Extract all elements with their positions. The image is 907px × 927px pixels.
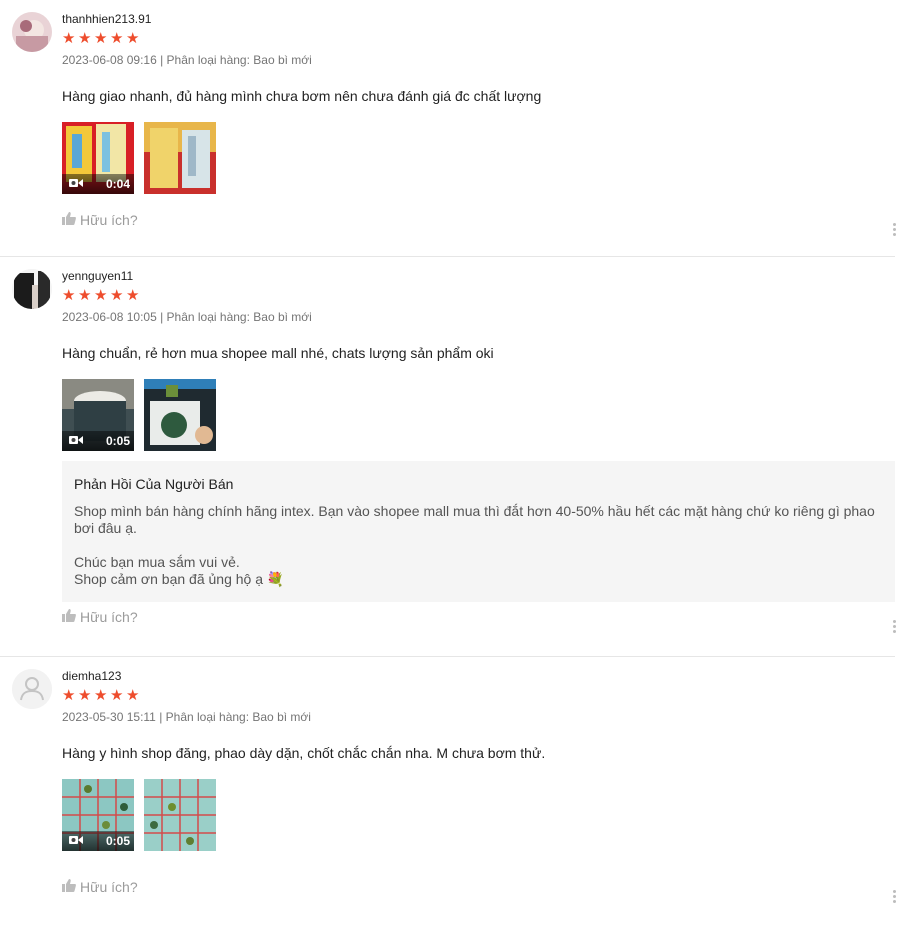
star-icon: ★ [110,687,124,704]
review-comment: Hàng y hình shop đăng, phao dày dặn, chố… [62,745,546,761]
review-meta: 2023-05-30 15:11 | Phân loại hàng: Bao b… [62,710,311,724]
seller-reply-title: Phản Hồi Của Người Bán [74,476,234,492]
review-meta: 2023-06-08 09:16 | Phân loại hàng: Bao b… [62,53,312,67]
video-camera-icon [69,432,83,450]
username[interactable]: yennguyen11 [62,269,895,283]
video-thumbnail[interactable]: 0:04 [62,122,134,194]
video-duration: 0:04 [105,177,130,191]
video-overlay: 0:05 [62,431,134,451]
avatar[interactable] [12,269,52,309]
useful-button[interactable]: Hữu ích? [62,879,138,895]
useful-button[interactable]: Hữu ích? [62,609,138,625]
review-item: thanhhien213.91 ★ ★ ★ ★ ★ 2023-06-08 09:… [0,0,907,257]
star-icon: ★ [78,30,92,47]
avatar[interactable] [12,669,52,709]
thumbs-up-icon [62,879,76,895]
thumbs-up-icon [62,212,76,228]
more-vertical-icon[interactable] [893,620,897,633]
image-thumbnail[interactable] [144,379,216,451]
star-icon: ★ [78,687,92,704]
star-icon: ★ [94,30,108,47]
seller-reply-text: Shop mình bán hàng chính hãng intex. Bạn… [74,503,875,587]
star-icon: ★ [94,687,108,704]
video-duration: 0:05 [105,434,130,448]
review-comment: Hàng chuẩn, rẻ hơn mua shopee mall nhé, … [62,345,494,361]
star-icon: ★ [126,30,140,47]
review-media: 0:04 [62,122,895,194]
username[interactable]: thanhhien213.91 [62,12,895,26]
star-icon: ★ [126,287,140,304]
review-item: diemha123 ★ ★ ★ ★ ★ 2023-05-30 15:11 | P… [0,657,907,927]
star-icon: ★ [126,687,140,704]
useful-label: Hữu ích? [80,609,138,625]
star-icon: ★ [78,287,92,304]
review-item: yennguyen11 ★ ★ ★ ★ ★ 2023-06-08 10:05 |… [0,257,907,657]
useful-button[interactable]: Hữu ích? [62,212,138,228]
star-icon: ★ [62,687,76,704]
avatar[interactable] [12,12,52,52]
thumbs-up-icon [62,609,76,625]
review-media: 0:05 [62,779,895,851]
star-icon: ★ [110,30,124,47]
more-vertical-icon[interactable] [893,890,897,903]
video-thumbnail[interactable]: 0:05 [62,779,134,851]
video-overlay: 0:04 [62,174,134,194]
username[interactable]: diemha123 [62,669,895,683]
video-thumbnail[interactable]: 0:05 [62,379,134,451]
video-camera-icon [69,175,83,193]
useful-label: Hữu ích? [80,212,138,228]
star-icon: ★ [110,287,124,304]
more-vertical-icon[interactable] [893,223,897,236]
image-thumbnail[interactable] [144,122,216,194]
star-icon: ★ [62,287,76,304]
video-overlay: 0:05 [62,831,134,851]
star-icon: ★ [62,30,76,47]
rating-stars: ★ ★ ★ ★ ★ [62,30,895,47]
review-comment: Hàng giao nhanh, đủ hàng mình chưa bơm n… [62,88,542,104]
rating-stars: ★ ★ ★ ★ ★ [62,687,895,704]
seller-reply: Phản Hồi Của Người Bán Shop mình bán hàn… [62,461,895,602]
useful-label: Hữu ích? [80,879,138,895]
rating-stars: ★ ★ ★ ★ ★ [62,287,895,304]
video-duration: 0:05 [105,834,130,848]
video-camera-icon [69,832,83,850]
review-media: 0:05 [62,379,895,451]
review-meta: 2023-06-08 10:05 | Phân loại hàng: Bao b… [62,310,312,324]
image-thumbnail[interactable] [144,779,216,851]
star-icon: ★ [94,287,108,304]
